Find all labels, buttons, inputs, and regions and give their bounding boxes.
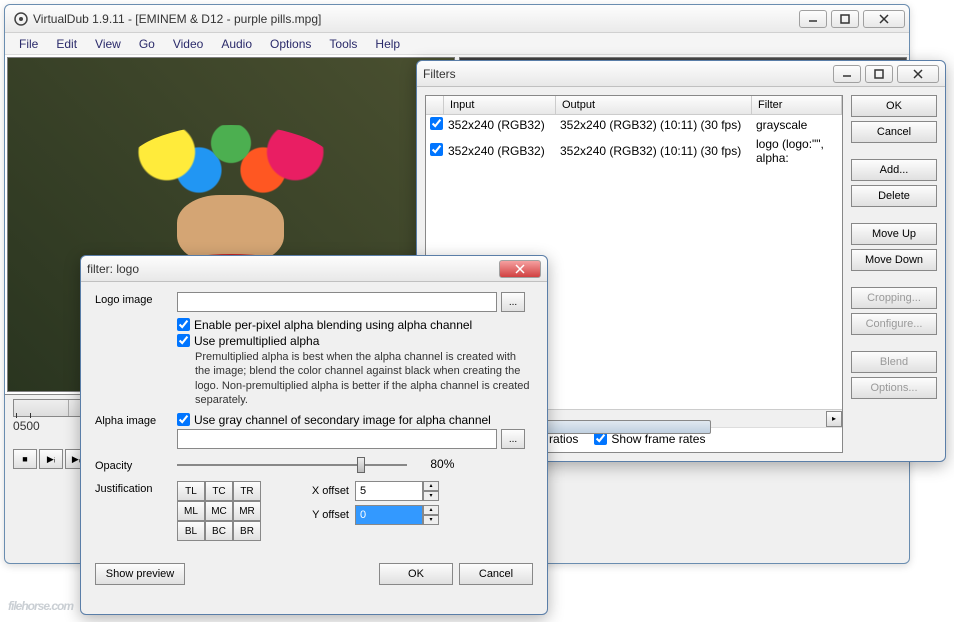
opacity-slider[interactable]: [177, 455, 407, 475]
cancel-button[interactable]: Cancel: [851, 121, 937, 143]
slider-thumb[interactable]: [357, 457, 365, 473]
menu-go[interactable]: Go: [131, 35, 163, 53]
filter-row[interactable]: 352x240 (RGB32) 352x240 (RGB32) (10:11) …: [426, 115, 842, 135]
menu-edit[interactable]: Edit: [48, 35, 85, 53]
play-input-button[interactable]: ▶ᵢ: [39, 449, 63, 469]
show-preview-button[interactable]: Show preview: [95, 563, 185, 585]
main-titlebar[interactable]: VirtualDub 1.9.11 - [EMINEM & D12 - purp…: [5, 5, 909, 33]
opacity-label: Opacity: [95, 458, 169, 472]
filter-enable-checkbox[interactable]: [430, 143, 443, 156]
logo-close-button[interactable]: [499, 260, 541, 278]
logo-image-field[interactable]: [177, 292, 497, 312]
move-down-button[interactable]: Move Down: [851, 249, 937, 271]
x-offset-spinner[interactable]: ▴▾: [355, 481, 439, 501]
premult-help-text: Premultiplied alpha is best when the alp…: [195, 350, 533, 407]
x-offset-field[interactable]: [355, 481, 423, 501]
y-offset-field[interactable]: [355, 505, 423, 525]
opacity-value: 80%: [430, 457, 454, 471]
just-bc[interactable]: BC: [205, 521, 233, 541]
just-tr[interactable]: TR: [233, 481, 261, 501]
x-offset-down[interactable]: ▾: [423, 491, 439, 501]
show-frame-rates-checkbox[interactable]: Show frame rates: [594, 432, 705, 446]
menu-help[interactable]: Help: [367, 35, 408, 53]
just-bl[interactable]: BL: [177, 521, 205, 541]
scroll-right-button[interactable]: ▸: [826, 411, 842, 427]
filters-maximize-button[interactable]: [865, 65, 893, 83]
delete-button[interactable]: Delete: [851, 185, 937, 207]
justification-label: Justification: [95, 481, 169, 495]
alpha-image-label: Alpha image: [95, 413, 169, 427]
filters-close-button[interactable]: [897, 65, 939, 83]
col-input[interactable]: Input: [444, 96, 556, 114]
x-offset-label: X offset: [301, 485, 349, 497]
app-icon: [13, 11, 29, 27]
browse-alpha-button[interactable]: ...: [501, 429, 525, 449]
logo-titlebar[interactable]: filter: logo: [81, 256, 547, 282]
y-offset-down[interactable]: ▾: [423, 515, 439, 525]
filter-list-header: Input Output Filter: [426, 96, 842, 115]
logo-filter-dialog: filter: logo Logo image ... Enable per-p…: [80, 255, 548, 615]
just-tc[interactable]: TC: [205, 481, 233, 501]
enable-per-pixel-checkbox[interactable]: Enable per-pixel alpha blending using al…: [177, 318, 533, 332]
menu-video[interactable]: Video: [165, 35, 211, 53]
just-ml[interactable]: ML: [177, 501, 205, 521]
minimize-button[interactable]: [799, 10, 827, 28]
add-button[interactable]: Add...: [851, 159, 937, 181]
logo-title: filter: logo: [87, 262, 499, 276]
menu-options[interactable]: Options: [262, 35, 319, 53]
menu-view[interactable]: View: [87, 35, 129, 53]
logo-ok-button[interactable]: OK: [379, 563, 453, 585]
menu-file[interactable]: File: [11, 35, 46, 53]
ok-button[interactable]: OK: [851, 95, 937, 117]
just-br[interactable]: BR: [233, 521, 261, 541]
configure-button[interactable]: Configure...: [851, 313, 937, 335]
filters-titlebar[interactable]: Filters: [417, 61, 945, 87]
just-mc[interactable]: MC: [205, 501, 233, 521]
y-offset-spinner[interactable]: ▴▾: [355, 505, 439, 525]
close-button[interactable]: [863, 10, 905, 28]
col-output[interactable]: Output: [556, 96, 752, 114]
browse-logo-button[interactable]: ...: [501, 292, 525, 312]
move-up-button[interactable]: Move Up: [851, 223, 937, 245]
just-mr[interactable]: MR: [233, 501, 261, 521]
filters-minimize-button[interactable]: [833, 65, 861, 83]
logo-image-label: Logo image: [95, 292, 169, 306]
main-title: VirtualDub 1.9.11 - [EMINEM & D12 - purp…: [33, 12, 799, 26]
use-gray-checkbox[interactable]: Use gray channel of secondary image for …: [177, 413, 533, 427]
y-offset-label: Y offset: [301, 509, 349, 521]
menubar: File Edit View Go Video Audio Options To…: [5, 33, 909, 55]
menu-audio[interactable]: Audio: [213, 35, 260, 53]
filters-title: Filters: [423, 67, 833, 81]
just-tl[interactable]: TL: [177, 481, 205, 501]
maximize-button[interactable]: [831, 10, 859, 28]
alpha-image-field[interactable]: [177, 429, 497, 449]
filter-enable-checkbox[interactable]: [430, 117, 443, 130]
use-premultiplied-checkbox[interactable]: Use premultiplied alpha: [177, 334, 533, 348]
watermark: filehorse.com: [8, 590, 73, 616]
filter-buttons: OK Cancel Add... Delete Move Up Move Dow…: [851, 95, 937, 453]
stop-button[interactable]: ■: [13, 449, 37, 469]
justification-grid: TL TC TR ML MC MR BL BC BR: [177, 481, 261, 541]
blend-button[interactable]: Blend: [851, 351, 937, 373]
x-offset-up[interactable]: ▴: [423, 481, 439, 491]
options-button[interactable]: Options...: [851, 377, 937, 399]
menu-tools[interactable]: Tools: [321, 35, 365, 53]
y-offset-up[interactable]: ▴: [423, 505, 439, 515]
cropping-button[interactable]: Cropping...: [851, 287, 937, 309]
col-filter[interactable]: Filter: [752, 96, 842, 114]
filter-row[interactable]: 352x240 (RGB32) 352x240 (RGB32) (10:11) …: [426, 135, 842, 167]
logo-cancel-button[interactable]: Cancel: [459, 563, 533, 585]
